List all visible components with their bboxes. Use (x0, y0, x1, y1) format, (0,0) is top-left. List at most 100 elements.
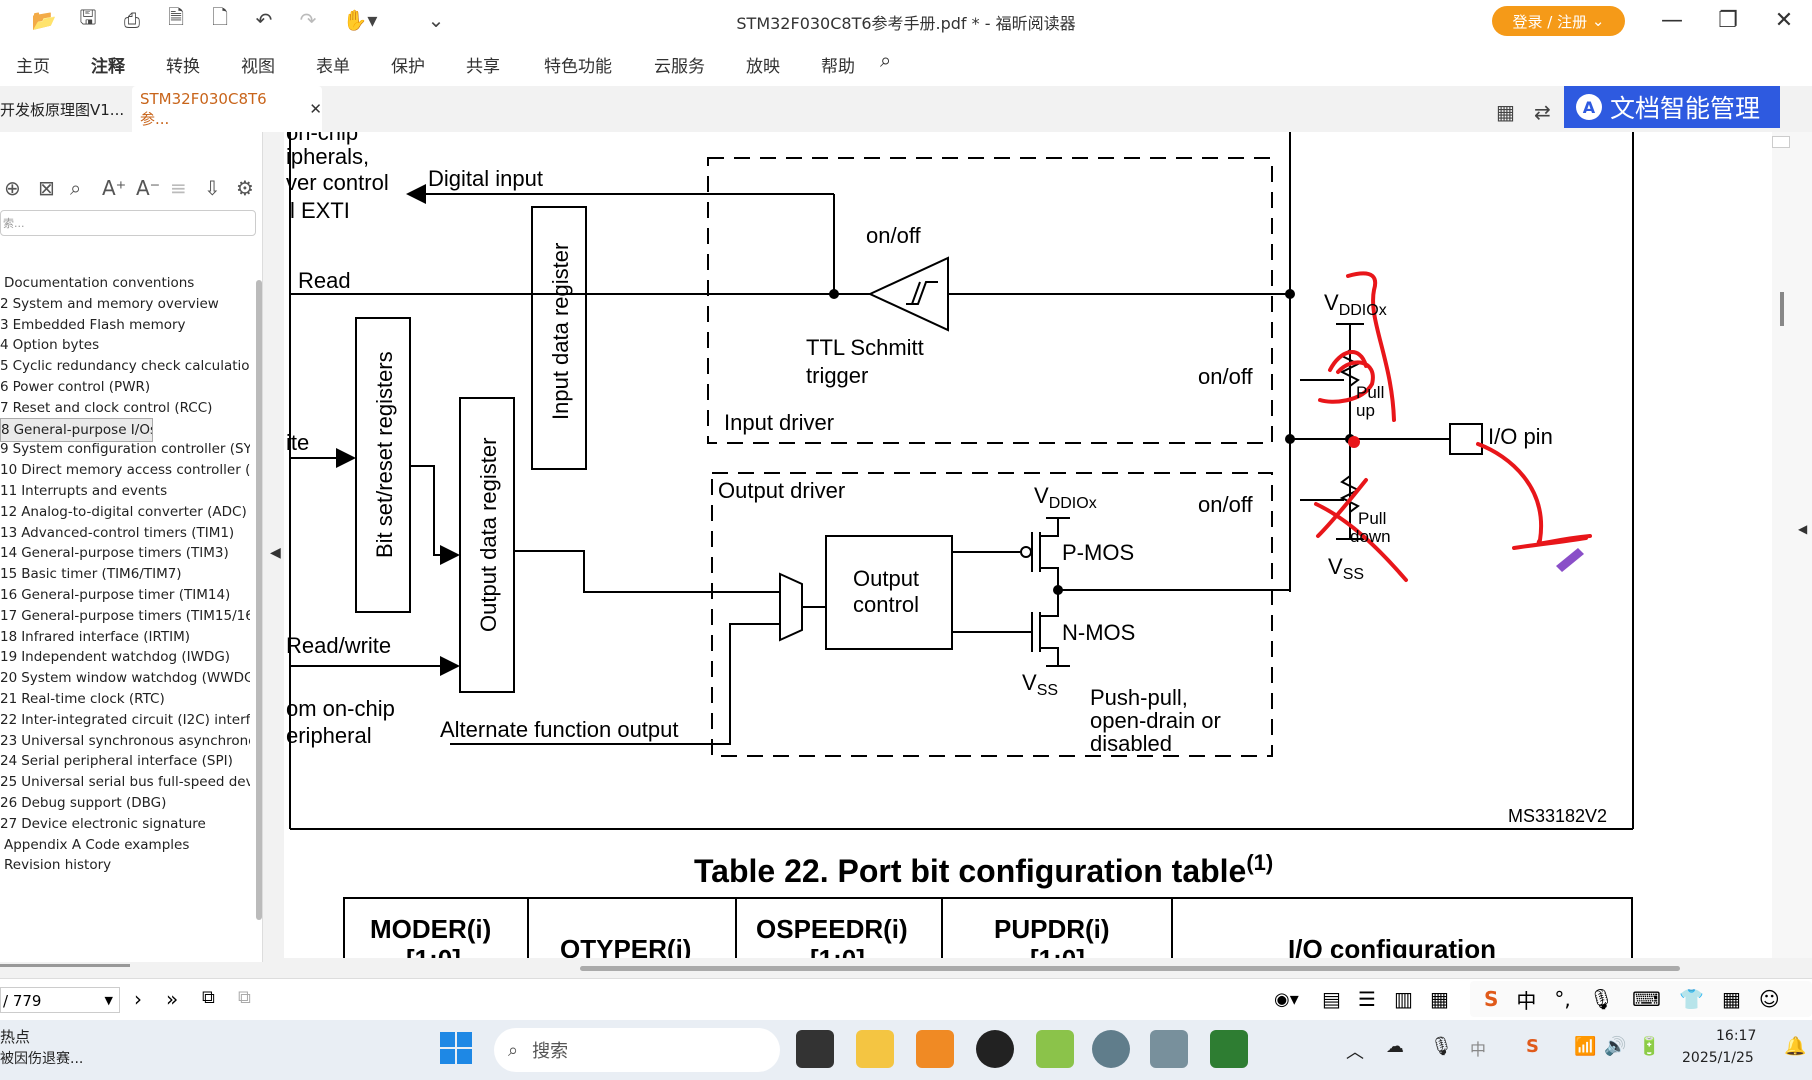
news-widget-title[interactable]: 热点 (0, 1026, 30, 1047)
bookmark-tool-icon[interactable]: ≡ (170, 176, 187, 200)
sidebar-bookmark-item[interactable]: 25Universal serial bus full-speed device… (0, 771, 250, 793)
tab-schematic[interactable]: 开发板原理图V1... (0, 86, 130, 132)
bookmark-find-icon[interactable]: ⌕ (70, 176, 81, 200)
tab-close-icon[interactable]: ✕ (309, 100, 322, 118)
paint-icon[interactable] (1036, 1030, 1074, 1068)
sidebar-scrollbar[interactable] (256, 280, 262, 920)
menu-features[interactable]: 特色功能 (544, 52, 612, 77)
sidebar-bookmark-item[interactable]: 14 General-purpose timers (TIM3) (0, 542, 250, 564)
previous-view-icon[interactable]: ⧉ (202, 987, 215, 1008)
menu-share[interactable]: 共享 (466, 52, 500, 77)
sidebar-bookmark-item[interactable]: 6 Power control (PWR) (0, 376, 250, 398)
font-decrease-icon[interactable]: A⁻ (136, 176, 160, 200)
bookmark-delete-icon[interactable]: ⊠ (38, 176, 55, 200)
sidebar-bookmark-item[interactable]: 27 Device electronic signature (0, 813, 250, 835)
sidebar-bookmark-item[interactable]: 21 Real-time clock (RTC) (0, 688, 250, 710)
menu-form[interactable]: 表单 (316, 52, 350, 77)
task-view-icon[interactable] (796, 1030, 834, 1068)
wifi-icon[interactable]: 📶 (1574, 1036, 1596, 1057)
menu-protect[interactable]: 保护 (391, 52, 425, 77)
windows-start-icon[interactable] (440, 1032, 472, 1064)
cloud-offline-icon[interactable]: ☁ (1386, 1036, 1404, 1057)
punctuation-icon[interactable]: °, (1554, 987, 1570, 1011)
sidebar-bookmark-item[interactable]: 3 Embedded Flash memory (0, 314, 250, 336)
app-icon[interactable] (976, 1030, 1014, 1068)
battery-icon[interactable]: 🔋 (1638, 1036, 1660, 1057)
scroll-up-button[interactable] (1772, 136, 1790, 148)
sidebar-bookmark-item[interactable]: 18 Infrared interface (IRTIM) (0, 626, 250, 648)
sidebar-bookmark-item[interactable]: 17General-purpose timers (TIM15/16/17) (0, 605, 250, 627)
continuous-page-icon[interactable]: ☰ (1358, 987, 1376, 1011)
last-page-icon[interactable]: » (166, 987, 178, 1011)
sidebar-bookmark-item[interactable]: 16 General-purpose timer (TIM14) (0, 584, 250, 606)
sidebar-bookmark-item[interactable]: 26 Debug support (DBG) (0, 792, 250, 814)
sidebar-bookmark-item[interactable]: 19 Independent watchdog (IWDG) (0, 646, 250, 668)
sidebar-bookmark-item[interactable]: Documentation conventions (0, 272, 250, 294)
settings-icon[interactable] (1092, 1030, 1130, 1068)
bookmark-settings-icon[interactable]: ⚙ (236, 176, 254, 200)
menu-present[interactable]: 放映 (746, 52, 780, 77)
sidebar-bookmark-item[interactable]: 2 System and memory overview (0, 293, 250, 315)
sidebar-bookmark-item[interactable]: Appendix A Code examples (0, 834, 250, 856)
foxit-reader-icon[interactable] (916, 1030, 954, 1068)
clock-date[interactable]: 2025/1/25 (1682, 1050, 1754, 1066)
login-button[interactable]: 登录 / 注册 ⌄ (1492, 6, 1625, 36)
menu-convert[interactable]: 转换 (166, 52, 200, 77)
taskbar-search[interactable]: ⌕ 搜索 (494, 1028, 780, 1072)
close-icon[interactable]: ✕ (1764, 4, 1804, 36)
menu-view[interactable]: 视图 (241, 52, 275, 77)
ai-document-management-button[interactable]: A 文档智能管理 (1564, 86, 1780, 128)
menu-home[interactable]: 主页 (16, 52, 50, 77)
sidebar-bookmark-item[interactable]: 11 Interrupts and events (0, 480, 250, 502)
menu-annotate[interactable]: 注释 (91, 52, 125, 77)
next-page-icon[interactable]: › (134, 987, 142, 1011)
sidebar-bookmark-item[interactable]: 24 Serial peripheral interface (SPI) (0, 750, 250, 772)
expand-right-panel-icon[interactable]: ◀ (1798, 522, 1807, 536)
grid-view-icon[interactable]: ▦ (1496, 100, 1515, 124)
news-widget-text[interactable]: 被因伤退赛... (0, 1048, 83, 1068)
reading-mode-icon[interactable]: ◉▾ (1274, 989, 1299, 1010)
keyboard-icon[interactable]: ⌨ (1632, 987, 1661, 1011)
menu-help[interactable]: 帮助 (821, 52, 855, 77)
volume-icon[interactable]: 🔊 (1604, 1036, 1626, 1057)
sidebar-bookmark-item[interactable]: 23Universal synchronous asynchronous r (0, 730, 250, 752)
sidebar-bookmark-item[interactable]: 20 System window watchdog (WWDG) (0, 667, 250, 689)
sidebar-hscroll[interactable] (0, 964, 130, 967)
tray-expand-icon[interactable]: ︿ (1346, 1038, 1364, 1064)
facing-page-icon[interactable]: ▥ (1394, 987, 1413, 1011)
bookmark-expand-icon[interactable]: ⇩ (204, 176, 221, 200)
emoji-icon[interactable]: ☺ (1759, 987, 1780, 1011)
camera-icon[interactable] (1150, 1030, 1188, 1068)
next-view-icon[interactable]: ⧉ (238, 987, 251, 1008)
sidebar-bookmark-item[interactable]: Revision history (0, 854, 250, 876)
tray-sogou-icon[interactable]: S (1526, 1036, 1539, 1057)
collapse-panel-icon[interactable]: ◀ (270, 545, 281, 561)
vivado-icon[interactable] (1210, 1030, 1248, 1068)
toolbox-icon[interactable]: ▦ (1722, 987, 1741, 1011)
compare-icon[interactable]: ⇄ (1534, 100, 1551, 124)
sidebar-bookmark-item[interactable]: 4 Option bytes (0, 334, 250, 356)
tab-reference-manual[interactable]: STM32F030C8T6参... ✕ (132, 86, 322, 132)
continuous-facing-icon[interactable]: ▦ (1430, 987, 1449, 1011)
sogou-logo-icon[interactable]: S (1484, 987, 1498, 1011)
ime-mode[interactable]: 中 (1516, 985, 1536, 1014)
sidebar-bookmark-item[interactable]: 9System configuration controller (SYSCF (0, 438, 250, 460)
tray-microphone-icon[interactable]: 🎙 (1430, 1036, 1453, 1057)
sidebar-bookmark-item[interactable]: 12 Analog-to-digital converter (ADC) (0, 501, 250, 523)
sidebar-bookmark-item[interactable]: 7 Reset and clock control (RCC) (0, 397, 250, 419)
sidebar-bookmark-item[interactable]: 10Direct memory access controller (DMA (0, 459, 250, 481)
bookmark-add-icon[interactable]: ⊕ (4, 176, 21, 200)
file-explorer-icon[interactable] (856, 1030, 894, 1068)
clock-time[interactable]: 16:17 (1716, 1028, 1756, 1044)
microphone-icon[interactable]: 🎙 (1589, 987, 1614, 1011)
notification-icon[interactable]: 🔔 (1784, 1036, 1806, 1057)
single-page-icon[interactable]: ▤ (1322, 987, 1341, 1011)
sidebar-bookmark-item[interactable]: 5Cyclic redundancy check calculation un (0, 355, 250, 377)
sidebar-bookmark-item[interactable]: 15 Basic timer (TIM6/TIM7) (0, 563, 250, 585)
horizontal-scrollbar[interactable] (580, 966, 1680, 971)
restore-icon[interactable]: ❐ (1708, 4, 1748, 36)
sidebar-bookmark-item[interactable]: 13 Advanced-control timers (TIM1) (0, 522, 250, 544)
page-number-input[interactable]: / 779 ▼ (0, 987, 120, 1013)
page-dropdown-icon[interactable]: ▼ (105, 988, 113, 1014)
minimize-icon[interactable]: — (1652, 4, 1692, 36)
